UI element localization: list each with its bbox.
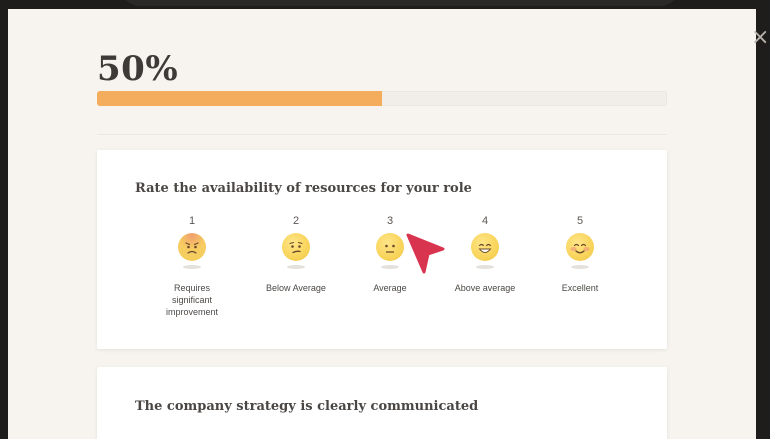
progress-bar-fill [97,91,382,106]
question-title: Rate the availability of resources for y… [135,181,472,196]
rating-label: Excellent [561,283,599,293]
question-title: The company strategy is clearly communic… [135,399,479,414]
question-card-strategy: The company strategy is clearly communic… [97,367,667,439]
face-shadow [476,265,494,269]
rating-option-1[interactable]: 1 Requires significant improvement [137,214,247,318]
rating-number: 4 [481,215,489,227]
grinning-face-icon [471,233,499,261]
face-shadow [287,265,305,269]
smiling-blush-face-icon [566,233,594,261]
progress-bar [97,91,667,106]
rating-option-4[interactable]: 4 Above average [430,214,540,294]
rating-number: 1 [188,215,196,227]
confused-face-icon [282,233,310,261]
face-shadow [571,265,589,269]
close-icon[interactable]: × [751,27,770,49]
progress-percentage: 50% [97,49,179,89]
sad-face-icon [178,233,206,261]
rating-option-5[interactable]: 5 Excellent [525,214,635,294]
rating-label: Requires significant improvement [165,283,219,317]
rating-number: 3 [386,215,394,227]
face-shadow [381,265,399,269]
survey-modal: 50% Rate the availability of resources f… [8,9,756,439]
rating-number: 5 [576,215,584,227]
pointer-cursor-icon [406,233,445,274]
rating-label: Average [373,283,407,293]
rating-label: Above average [454,283,516,293]
backdrop-heading-blur [120,0,680,6]
face-shadow [183,265,201,269]
rating-options: 1 Requires significant improvement 2 Bel… [97,214,667,334]
divider [97,134,667,135]
question-card-resources: Rate the availability of resources for y… [97,150,667,349]
neutral-face-icon [376,233,404,261]
